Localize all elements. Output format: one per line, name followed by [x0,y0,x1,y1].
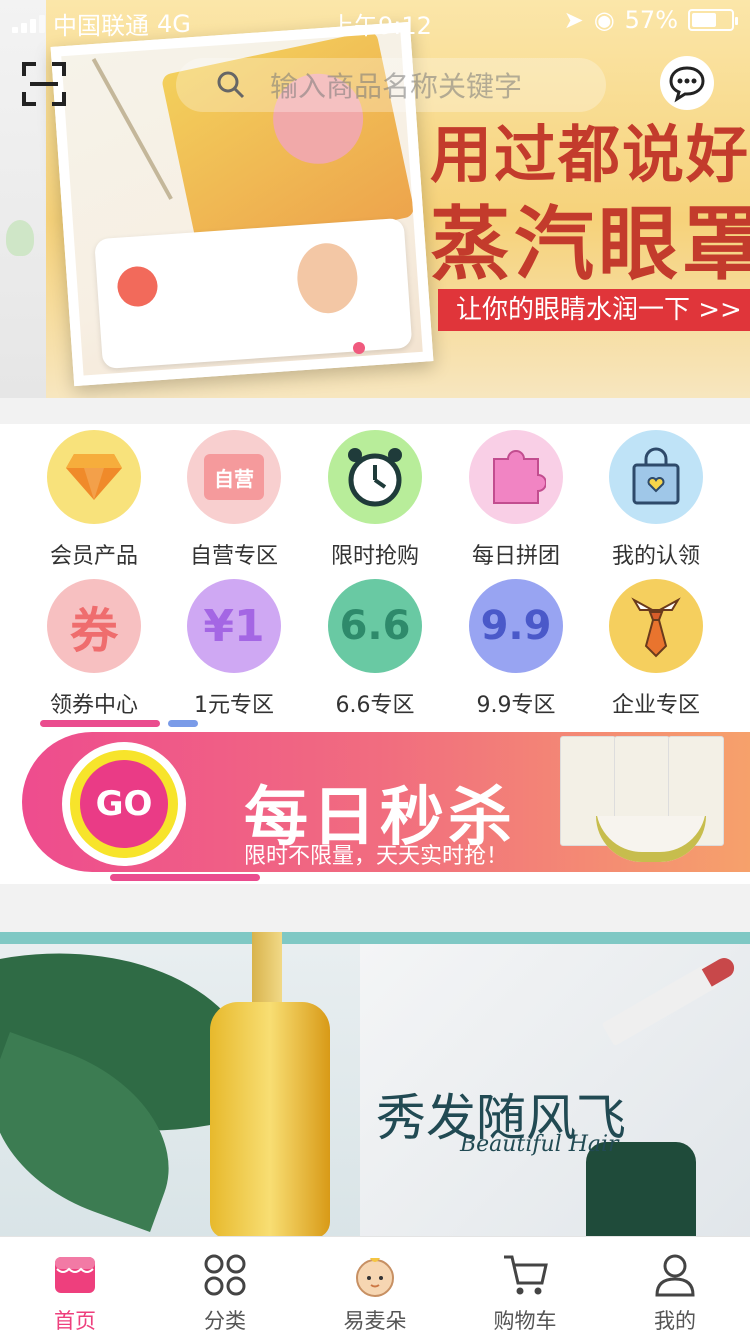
grid-item-six-six[interactable]: 6.6 6.6专区 [305,579,445,719]
scan-icon[interactable] [22,62,66,106]
decor-stripe [110,874,260,881]
go-button[interactable]: GO [62,742,186,866]
grid-item-self-operated[interactable]: 自营 自营专区 [164,430,304,570]
status-time: 上午9:12 [330,12,432,40]
decor-stripe [40,720,160,727]
grid-item-group-buy[interactable]: 每日拼团 [446,430,586,570]
status-bar: 中国联通 4G 上午9:12 ➤ ◉ 57% [0,0,750,40]
grid-item-label: 限时抢购 [330,544,419,569]
hero-title-line2: 蒸汽眼罩 [430,198,750,291]
hero-cta-button[interactable]: 让你的眼睛水润一下 >> [438,289,750,331]
battery-percent: 57% [624,6,678,34]
flash-sale-banner[interactable]: GO 每日秒杀 限时不限量，天天实时抢！ [0,714,750,884]
grid-item-enterprise[interactable]: 企业专区 [586,579,726,719]
tab-label: 易麦朵 [343,1309,407,1333]
flash-sale-subtitle: 限时不限量，天天实时抢！ [244,844,509,869]
search-icon [217,71,245,99]
shampoo-bottle [210,1002,330,1238]
message-icon[interactable] [660,56,714,110]
home-screen: 用过都说好 蒸汽眼罩 让你的眼睛水润一下 >> 中国联通 4G 上午9:12 ➤… [0,0,750,1334]
grid-item-member-products[interactable]: 会员产品 [24,430,164,570]
six-six-icon: 6.6 [328,579,422,673]
shopping-bag-icon [609,430,703,524]
user-icon [651,1251,699,1299]
carrier-group: 中国联通 4G [12,6,191,41]
puzzle-icon [469,430,563,524]
self-operated-bag-icon: 自营 [187,430,281,524]
diamond-icon [47,430,141,524]
grid-item-flash-sale[interactable]: 限时抢购 [305,430,445,570]
nine-nine-icon: 9.9 [469,579,563,673]
bottom-tab-bar: 首页 分类 易麦朵 购物车 我的 [0,1236,750,1334]
category-grid: 会员产品 自营 自营专区 限时抢购 每日拼团 我的认领 券 领券中心 ¥1 1元… [0,424,750,724]
grid-item-one-yuan[interactable]: ¥1 1元专区 [164,579,304,719]
grid-item-my-claims[interactable]: 我的认领 [586,430,726,570]
tab-category[interactable]: 分类 [150,1237,300,1334]
mascot-icon [351,1251,399,1299]
tab-label: 分类 [204,1309,246,1333]
carousel-indicator-dot [353,342,365,354]
necktie-icon [609,579,703,673]
tab-cart[interactable]: 购物车 [450,1237,600,1334]
search-bar[interactable]: 输入商品名称关键字 [176,58,606,112]
grid-item-coupon-center[interactable]: 券 领券中心 [24,579,164,719]
product-image [556,736,736,866]
grid-item-label: 自营专区 [189,544,278,569]
battery-icon [688,9,738,31]
grid-item-label: 每日拼团 [471,544,560,569]
bottle-pump [252,932,282,1012]
decor-stripe [168,720,198,727]
alarm-clock-icon [328,430,422,524]
category-grid-icon [201,1251,249,1299]
tab-label: 首页 [54,1309,96,1333]
home-shop-icon [51,1251,99,1299]
grid-item-nine-nine[interactable]: 9.9 9.9专区 [446,579,586,719]
alarm-icon: ◉ [593,6,615,34]
hair-care-banner[interactable]: 秀发随风飞 Beautiful Hair [0,932,750,1238]
search-input[interactable]: 输入商品名称关键字 [270,65,522,105]
cart-icon [501,1251,549,1299]
signal-icon [12,14,45,33]
previous-slide-peek [0,0,46,398]
grid-item-label: 会员产品 [49,544,138,569]
hair-banner-subtitle: Beautiful Hair [460,1132,619,1157]
location-icon: ➤ [563,6,584,34]
tab-mascot[interactable]: 易麦朵 [300,1237,450,1334]
carrier-name: 中国联通 [53,12,149,40]
tab-label: 我的 [654,1309,696,1333]
tab-home[interactable]: 首页 [0,1237,150,1334]
tab-profile[interactable]: 我的 [600,1237,750,1334]
go-label: GO [70,750,178,858]
status-right: ➤ ◉ 57% [563,6,738,34]
coupon-icon: 券 [47,579,141,673]
network-type: 4G [157,9,191,38]
grid-item-label: 我的认领 [611,544,700,569]
one-yuan-icon: ¥1 [187,579,281,673]
tab-label: 购物车 [493,1309,557,1333]
